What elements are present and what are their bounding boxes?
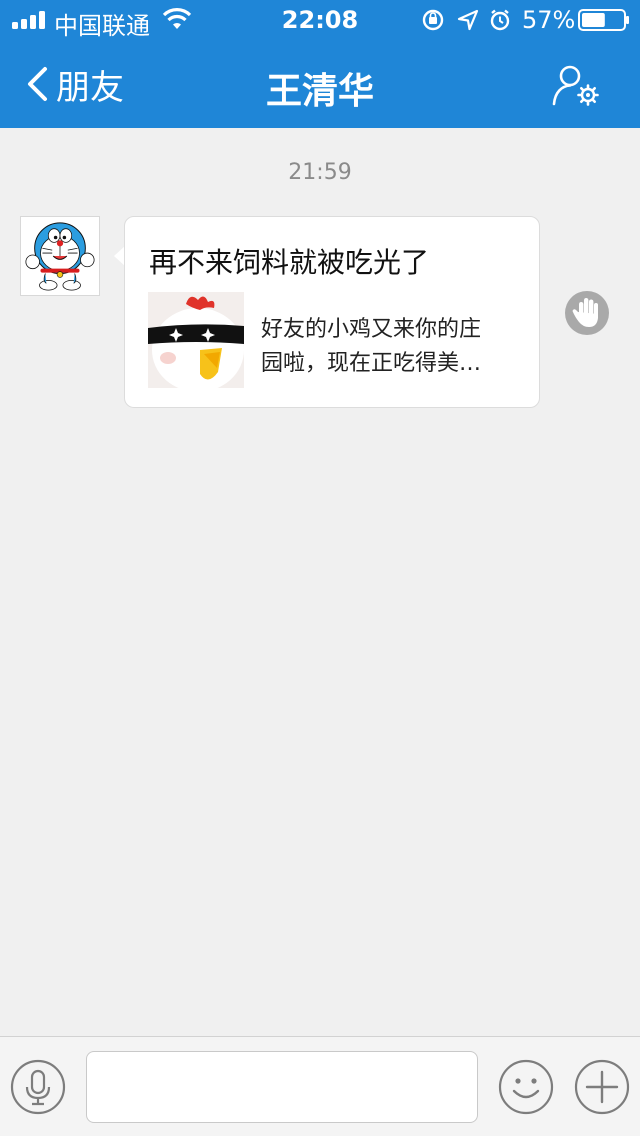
- location-icon: [457, 9, 479, 31]
- input-bar: [0, 1036, 640, 1136]
- battery-percent: 57%: [522, 6, 576, 34]
- message-input[interactable]: [86, 1051, 478, 1123]
- message-description-line: 园啦，现在正吃得美…: [261, 351, 482, 376]
- message-title: 再不来饲料就被吃光了: [149, 246, 430, 279]
- rotation-lock-icon: [422, 9, 444, 31]
- alarm-icon: [490, 9, 510, 31]
- doraemon-avatar[interactable]: [20, 216, 100, 296]
- chicken-thumbnail: [148, 292, 244, 388]
- nav-bar: 朋友 王清华: [0, 40, 640, 128]
- status-bar: 中国联通 22:08 57%: [0, 0, 640, 40]
- smiley-icon[interactable]: [498, 1059, 554, 1115]
- message-description: 好友的小鸡又来你的庄 园啦，现在正吃得美…: [261, 313, 521, 381]
- plus-icon[interactable]: [574, 1059, 630, 1115]
- profile-settings-icon[interactable]: [550, 64, 602, 108]
- battery-icon: [578, 9, 629, 31]
- message-timestamp: 21:59: [288, 160, 352, 185]
- hand-icon[interactable]: [564, 290, 610, 336]
- top-bar: 中国联通 22:08 57% 朋友 王清华: [0, 0, 640, 128]
- message-bubble[interactable]: 再不来饲料就被吃光了 好友的小鸡又来你的庄 园啦，现在正吃得美…: [124, 216, 540, 408]
- page-title: 王清华: [265, 71, 374, 112]
- status-icons: [422, 9, 510, 31]
- message-description-line: 好友的小鸡又来你的庄: [261, 317, 482, 342]
- microphone-icon[interactable]: [10, 1059, 66, 1115]
